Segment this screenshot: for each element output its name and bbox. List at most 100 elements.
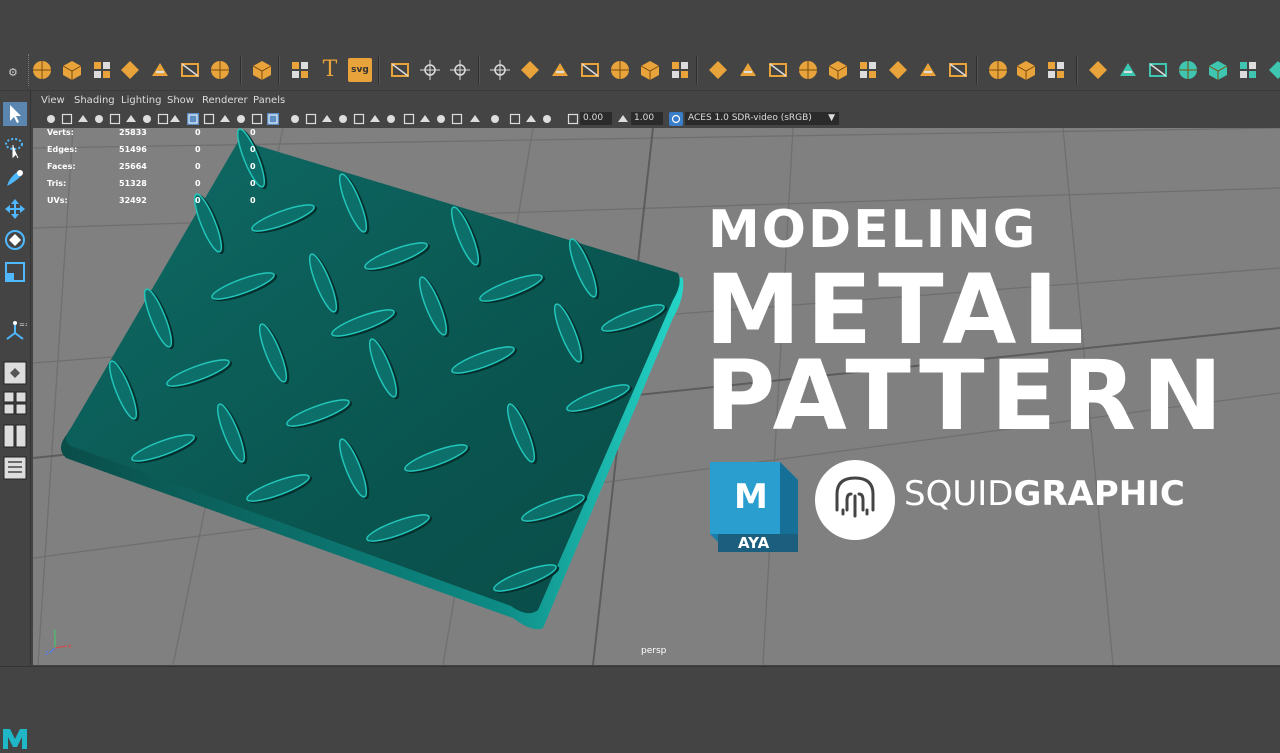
extract-icon[interactable] bbox=[548, 58, 572, 82]
crease-icon[interactable] bbox=[986, 58, 1010, 82]
fill-hole-icon[interactable] bbox=[766, 58, 790, 82]
safe-action-icon[interactable] bbox=[169, 113, 181, 125]
layout-icon[interactable] bbox=[1206, 58, 1230, 82]
render-region-icon[interactable] bbox=[489, 113, 501, 125]
mirror-icon[interactable] bbox=[638, 58, 662, 82]
target-weld-icon[interactable] bbox=[916, 58, 940, 82]
camera-icon[interactable] bbox=[45, 113, 57, 125]
menu-panels[interactable]: Panels bbox=[253, 95, 285, 106]
xray-joints-icon[interactable] bbox=[369, 113, 381, 125]
playblast-icon[interactable] bbox=[525, 113, 537, 125]
project-icon[interactable] bbox=[1146, 58, 1170, 82]
disk-icon[interactable] bbox=[208, 58, 232, 82]
sphere-icon[interactable] bbox=[30, 58, 54, 82]
booleans-icon[interactable] bbox=[578, 58, 602, 82]
snapshot-icon[interactable] bbox=[509, 113, 521, 125]
menu-shading[interactable]: Shading bbox=[74, 95, 115, 106]
sweep-icon[interactable] bbox=[288, 58, 312, 82]
xray-icon[interactable] bbox=[353, 113, 365, 125]
shadows-icon[interactable] bbox=[267, 113, 279, 125]
anti-alias-icon[interactable] bbox=[321, 113, 333, 125]
split-icon[interactable] bbox=[826, 58, 850, 82]
bevel-icon[interactable] bbox=[668, 58, 692, 82]
maya-badge-label: AYA bbox=[738, 534, 770, 552]
torus-icon[interactable] bbox=[148, 58, 172, 82]
cube-icon[interactable] bbox=[60, 58, 84, 82]
color-space-select[interactable]: ACES 1.0 SDR-video (sRGB) ▼ bbox=[685, 112, 839, 125]
multi-cut-icon[interactable] bbox=[1014, 58, 1038, 82]
combine-icon[interactable] bbox=[488, 58, 512, 82]
paint-select-icon[interactable] bbox=[3, 166, 27, 190]
isolate-icon[interactable] bbox=[337, 113, 349, 125]
stereo-icon[interactable] bbox=[541, 113, 553, 125]
smooth-shade-icon[interactable] bbox=[203, 113, 215, 125]
collapse-icon[interactable] bbox=[856, 58, 880, 82]
sculpt-icon[interactable] bbox=[1086, 58, 1110, 82]
exposure-icon[interactable] bbox=[567, 113, 579, 125]
camera-attr-icon[interactable] bbox=[61, 113, 73, 125]
svg-icon[interactable]: svg bbox=[348, 58, 372, 82]
quad-draw-icon[interactable] bbox=[1044, 58, 1068, 82]
unfold-icon[interactable] bbox=[1176, 58, 1200, 82]
two-view-layout-icon[interactable] bbox=[15, 391, 27, 415]
cone-icon[interactable] bbox=[118, 58, 142, 82]
hud-row: UVs: 32492 0 0 bbox=[47, 196, 256, 205]
resolution-gate-icon[interactable] bbox=[141, 113, 153, 125]
universal-manipulator-icon[interactable]: == bbox=[3, 319, 27, 343]
menu-show[interactable]: Show bbox=[167, 95, 194, 106]
scale-tool-icon[interactable] bbox=[3, 260, 27, 284]
wireframe-icon[interactable] bbox=[187, 113, 199, 125]
four-view-layout-icon[interactable] bbox=[3, 391, 15, 415]
menu-renderer[interactable]: Renderer bbox=[202, 95, 248, 106]
exposure-field[interactable]: 0.00 bbox=[580, 112, 612, 125]
cylinder-icon[interactable] bbox=[90, 58, 114, 82]
plane-icon[interactable] bbox=[178, 58, 202, 82]
hud-icon[interactable] bbox=[403, 113, 415, 125]
single-perspective-layout-icon[interactable] bbox=[3, 361, 27, 385]
viewport-layout-icon[interactable] bbox=[469, 113, 481, 125]
lasso-tool-icon[interactable] bbox=[3, 135, 27, 159]
platonic-icon[interactable] bbox=[250, 58, 274, 82]
film-gate-icon[interactable] bbox=[125, 113, 137, 125]
bookmark-icon[interactable] bbox=[77, 113, 89, 125]
textured-icon[interactable] bbox=[235, 113, 247, 125]
default-material-icon[interactable] bbox=[219, 113, 231, 125]
bridge-icon[interactable] bbox=[706, 58, 730, 82]
center-pivot-icon[interactable] bbox=[388, 58, 412, 82]
select-tool-icon[interactable] bbox=[3, 102, 27, 126]
grid-icon[interactable] bbox=[109, 113, 121, 125]
tweak-icon[interactable] bbox=[418, 58, 442, 82]
side-by-side-layout-icon[interactable] bbox=[3, 424, 27, 448]
gamma-icon[interactable] bbox=[617, 113, 629, 125]
backface-icon[interactable] bbox=[385, 113, 397, 125]
ambient-occlusion-icon[interactable] bbox=[289, 113, 301, 125]
rotate-tool-icon[interactable] bbox=[3, 228, 27, 252]
snap-icon[interactable] bbox=[1116, 58, 1140, 82]
menu-lighting[interactable]: Lighting bbox=[121, 95, 161, 106]
separate-icon[interactable] bbox=[518, 58, 542, 82]
merge-icon[interactable] bbox=[886, 58, 910, 82]
extrude-icon[interactable] bbox=[736, 58, 760, 82]
gamma-field[interactable]: 1.00 bbox=[631, 112, 663, 125]
motion-blur-icon[interactable] bbox=[305, 113, 317, 125]
cursor-icon[interactable] bbox=[451, 113, 463, 125]
outliner-layout-icon[interactable] bbox=[3, 456, 27, 480]
planar-map-icon[interactable] bbox=[1236, 58, 1260, 82]
uv-tile-icon[interactable] bbox=[419, 113, 431, 125]
type-icon[interactable]: T bbox=[318, 58, 342, 82]
menu-view[interactable]: View bbox=[41, 95, 65, 106]
wedge-icon[interactable] bbox=[946, 58, 970, 82]
hud-row: Edges: 51496 0 0 bbox=[47, 145, 256, 154]
grease-pencil-icon[interactable] bbox=[435, 113, 447, 125]
shelf-gear-icon[interactable]: ⚙ bbox=[8, 66, 18, 79]
append-icon[interactable] bbox=[796, 58, 820, 82]
move-tool-icon[interactable] bbox=[3, 197, 27, 221]
smooth-icon[interactable] bbox=[608, 58, 632, 82]
color-management-icon[interactable] bbox=[669, 112, 683, 126]
gate-mask-icon[interactable] bbox=[157, 113, 169, 125]
lights-icon[interactable] bbox=[251, 113, 263, 125]
uv-icon[interactable] bbox=[448, 58, 472, 82]
image-plane-icon[interactable] bbox=[93, 113, 105, 125]
perspective-viewport[interactable]: Verts: 25833 0 0 Edges: 51496 0 0 Faces: 25664 0… bbox=[33, 128, 1280, 665]
uv-editor-icon[interactable] bbox=[1266, 58, 1280, 82]
